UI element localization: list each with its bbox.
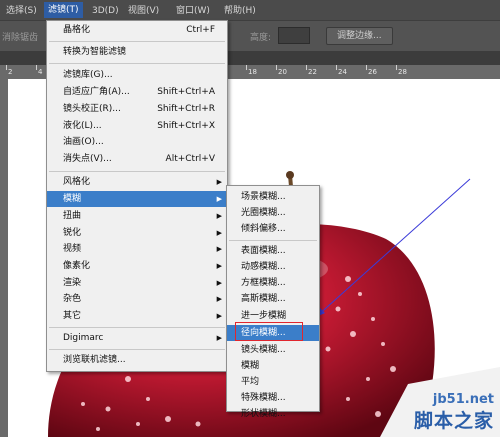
menu-select[interactable]: 选择(S) <box>6 4 37 18</box>
menu-item-browse-filters-online[interactable]: 浏览联机滤镜... <box>47 352 227 368</box>
menu-item-digimarc[interactable]: Digimarc ▶ <box>47 330 227 346</box>
ruler-number: 4 <box>38 68 43 76</box>
menu-item-motion-blur[interactable]: 动感模糊... <box>227 259 319 275</box>
menu-item-box-blur[interactable]: 方框模糊... <box>227 275 319 291</box>
blur-submenu: 场景模糊... 光圈模糊... 倾斜偏移... 表面模糊... 动感模糊... … <box>226 185 320 419</box>
menu-item-pixelate[interactable]: 像素化 ▶ <box>47 258 227 274</box>
menu-item-adaptive-wide-angle[interactable]: 自适应广角(A)... Shift+Ctrl+A <box>47 84 227 100</box>
menu-item-lens-correction[interactable]: 镜头校正(R)... Shift+Ctrl+R <box>47 101 227 117</box>
height-label: 高度: <box>250 33 272 43</box>
menu-item-crystallize[interactable]: 晶格化 Ctrl+F <box>47 22 227 38</box>
menu-item-filter-gallery[interactable]: 滤镜库(G)... <box>47 67 227 83</box>
submenu-arrow-icon: ▶ <box>216 295 222 303</box>
annotation-highlight-box <box>235 322 303 341</box>
menu-item-liquify[interactable]: 液化(L)... Shift+Ctrl+X <box>47 118 227 134</box>
watermark-brand: 脚本之家 <box>413 410 494 432</box>
submenu-arrow-icon: ▶ <box>216 212 222 220</box>
menu-item-oil-paint[interactable]: 油画(O)... <box>47 134 227 150</box>
refine-edge-button[interactable]: 调整边缘... <box>326 27 393 45</box>
submenu-arrow-icon: ▶ <box>216 178 222 186</box>
menu-item-stylize[interactable]: 风格化 ▶ <box>47 174 227 190</box>
ruler-number: 20 <box>278 68 287 76</box>
ruler-number: 22 <box>308 68 317 76</box>
menu-item-gaussian-blur[interactable]: 高斯模糊... <box>227 291 319 307</box>
menu-view[interactable]: 视图(V) <box>128 4 159 18</box>
menu-bar: 选择(S) 滤镜(T) 3D(D) 视图(V) 窗口(W) 帮助(H) <box>0 0 500 20</box>
submenu-arrow-icon: ▶ <box>216 245 222 253</box>
menu-help[interactable]: 帮助(H) <box>224 4 256 18</box>
ruler-number: 24 <box>338 68 347 76</box>
menu-item-lens-blur[interactable]: 镜头模糊... <box>227 342 319 358</box>
menu-item-convert-smart-filter[interactable]: 转换为智能滤镜 <box>47 44 227 60</box>
menu-item-other[interactable]: 其它 ▶ <box>47 308 227 324</box>
menu-3d[interactable]: 3D(D) <box>92 4 119 18</box>
height-input[interactable] <box>278 27 310 44</box>
submenu-arrow-icon: ▶ <box>216 262 222 270</box>
submenu-arrow-icon: ▶ <box>216 279 222 287</box>
ruler-number: 18 <box>248 68 257 76</box>
anti-alias-label: 消除锯齿 <box>2 33 39 43</box>
ruler-number: 2 <box>8 68 13 76</box>
menu-item-tilt-shift[interactable]: 倾斜偏移... <box>227 221 319 237</box>
submenu-arrow-icon: ▶ <box>216 195 222 203</box>
submenu-arrow-icon: ▶ <box>216 334 222 342</box>
menu-item-iris-blur[interactable]: 光圈模糊... <box>227 205 319 221</box>
menu-item-shape-blur[interactable]: 形状模糊... <box>227 406 319 422</box>
menu-item-field-blur[interactable]: 场景模糊... <box>227 189 319 205</box>
filter-menu: 晶格化 Ctrl+F 转换为智能滤镜 滤镜库(G)... 自适应广角(A)... S… <box>46 20 228 372</box>
ruler-number: 26 <box>368 68 377 76</box>
vertical-ruler <box>0 79 8 437</box>
ruler-number: 28 <box>398 68 407 76</box>
menu-item-distort[interactable]: 扭曲 ▶ <box>47 208 227 224</box>
menu-item-surface-blur[interactable]: 表面模糊... <box>227 243 319 259</box>
menu-item-noise[interactable]: 杂色 ▶ <box>47 291 227 307</box>
menu-item-render[interactable]: 渲染 ▶ <box>47 275 227 291</box>
menu-item-blur[interactable]: 模糊 <box>227 358 319 374</box>
menu-item-average[interactable]: 平均 <box>227 374 319 390</box>
watermark-site: jb51.net <box>432 392 494 407</box>
submenu-arrow-icon: ▶ <box>216 229 222 237</box>
submenu-arrow-icon: ▶ <box>216 312 222 320</box>
menu-item-smart-blur[interactable]: 特殊模糊... <box>227 390 319 406</box>
menu-item-video[interactable]: 视频 ▶ <box>47 241 227 257</box>
menu-item-vanishing-point[interactable]: 消失点(V)... Alt+Ctrl+V <box>47 151 227 167</box>
menu-filter[interactable]: 滤镜(T) <box>44 2 83 18</box>
menu-item-sharpen[interactable]: 锐化 ▶ <box>47 225 227 241</box>
menu-item-blur[interactable]: 模糊 ▶ <box>47 191 227 207</box>
menu-window[interactable]: 窗口(W) <box>176 4 210 18</box>
